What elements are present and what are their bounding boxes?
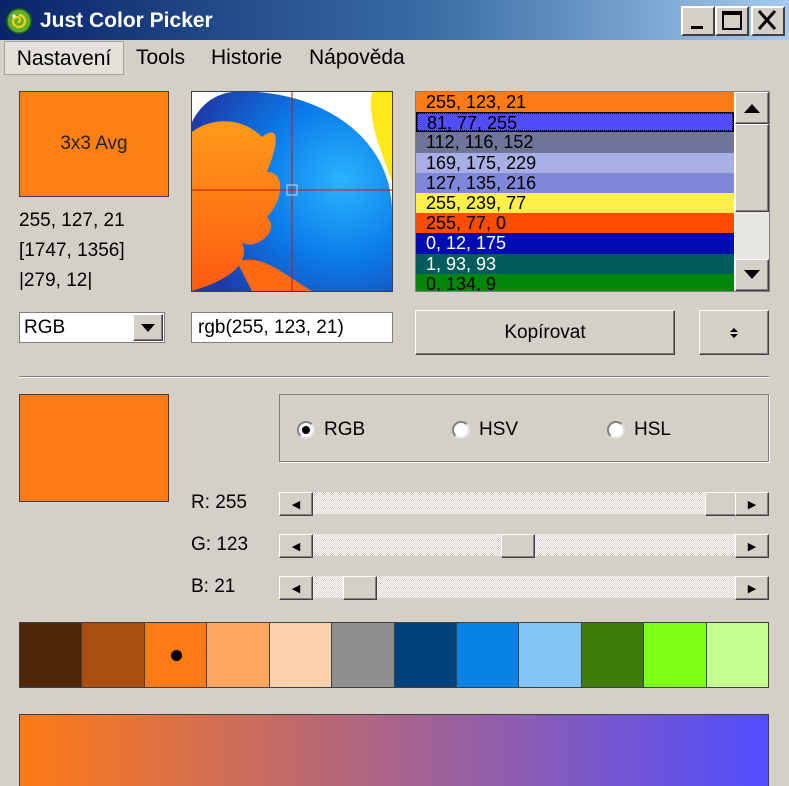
palette-swatch[interactable] [706, 623, 769, 687]
palette-swatch[interactable] [207, 623, 270, 687]
scroll-up-button[interactable] [735, 92, 769, 124]
sample-rgb-value: 255, 127, 21 [19, 210, 125, 231]
format-options-button[interactable] [699, 310, 769, 355]
blue-label: B: 21 [191, 576, 236, 597]
color-code-field[interactable]: rgb(255, 123, 21) [191, 312, 393, 343]
minimize-button[interactable] [681, 6, 715, 36]
arrow-right-icon: ▶ [747, 540, 757, 553]
history-item[interactable]: 0, 134, 9 [416, 273, 734, 291]
scroll-down-button[interactable] [735, 259, 769, 291]
history-item[interactable]: 255, 123, 21 [416, 92, 734, 113]
palette-swatch[interactable] [144, 623, 208, 687]
blue-decrease-button[interactable]: ◀ [279, 576, 313, 600]
palette-swatch[interactable] [394, 623, 457, 687]
palette-swatch[interactable] [332, 623, 395, 687]
red-increase-button[interactable]: ▶ [735, 492, 769, 516]
minimize-icon [691, 26, 703, 29]
palette-swatch[interactable] [644, 623, 707, 687]
red-label: R: 255 [191, 492, 247, 513]
scroll-thumb[interactable] [735, 124, 769, 212]
menu-historie[interactable]: Historie [211, 41, 282, 75]
green-decrease-button[interactable]: ◀ [279, 534, 313, 558]
radio-hsv[interactable]: HSV [452, 419, 518, 441]
history-item[interactable]: 127, 135, 216 [416, 172, 734, 193]
menu-tools[interactable]: Tools [136, 41, 185, 75]
maximize-icon [722, 11, 742, 30]
selected-marker-icon [170, 650, 182, 661]
up-down-icon [730, 327, 738, 338]
format-dropdown[interactable]: RGB [19, 312, 165, 343]
menu-napoveda[interactable]: Nápověda [309, 41, 405, 75]
dropdown-button[interactable] [133, 314, 163, 341]
zoom-magnifier[interactable] [191, 91, 393, 292]
arrow-up-icon [744, 104, 760, 113]
palette-swatch[interactable] [20, 623, 83, 687]
arrow-left-icon: ◀ [291, 498, 301, 511]
radio-circle-hsl [607, 421, 625, 439]
close-button[interactable] [751, 6, 785, 36]
close-icon [757, 10, 777, 30]
history-item[interactable]: 169, 175, 229 [416, 152, 734, 173]
radio-label-rgb: RGB [324, 419, 366, 440]
palette-swatch[interactable] [82, 623, 145, 687]
history-item[interactable]: 1, 93, 93 [416, 253, 734, 274]
separator [19, 376, 769, 378]
color-history-list[interactable]: 255, 123, 21 81, 77, 255 112, 116, 152 169,… [415, 91, 770, 292]
chevron-down-icon [141, 323, 155, 332]
arrow-right-icon: ▶ [747, 582, 757, 595]
palette-swatch[interactable] [581, 623, 645, 687]
palette-swatch[interactable] [519, 623, 582, 687]
zoom-image [192, 92, 392, 291]
title-bar: Just Color Picker [0, 0, 789, 40]
arrow-left-icon: ◀ [291, 582, 301, 595]
red-slider[interactable]: ◀ ▶ [279, 492, 769, 516]
arrow-left-icon: ◀ [291, 540, 301, 553]
blue-increase-button[interactable]: ▶ [735, 576, 769, 600]
red-slider-thumb[interactable] [705, 492, 739, 516]
green-slider-thumb[interactable] [501, 534, 536, 558]
sample-mode-label: 3x3 Avg [60, 133, 128, 154]
radio-circle-rgb [297, 421, 315, 439]
format-selected: RGB [24, 317, 66, 338]
current-color-swatch [19, 394, 169, 502]
menu-nastaveni[interactable]: Nastavení [4, 41, 124, 75]
blue-slider-thumb[interactable] [343, 576, 378, 600]
red-decrease-button[interactable]: ◀ [279, 492, 313, 516]
maximize-button[interactable] [715, 6, 749, 36]
screen-position: [1747, 1356] [19, 240, 125, 261]
radio-label-hsl: HSL [634, 419, 671, 440]
window-title: Just Color Picker [40, 9, 213, 32]
history-item[interactable]: 255, 77, 0 [416, 213, 734, 234]
blue-slider[interactable]: ◀ ▶ [279, 576, 769, 600]
history-item[interactable]: 112, 116, 152 [416, 132, 734, 153]
green-increase-button[interactable]: ▶ [735, 534, 769, 558]
history-item[interactable]: 81, 77, 255 [416, 112, 734, 133]
color-palette [19, 622, 769, 688]
color-gradient-bar[interactable] [19, 714, 769, 786]
copy-button[interactable]: Kopírovat [415, 310, 675, 355]
green-slider[interactable]: ◀ ▶ [279, 534, 769, 558]
color-mode-group: RGB HSV HSL [279, 394, 769, 462]
history-item[interactable]: 0, 12, 175 [416, 233, 734, 254]
history-item[interactable]: 255, 239, 77 [416, 193, 734, 214]
radio-rgb[interactable]: RGB [297, 419, 365, 441]
palette-swatch[interactable] [269, 623, 333, 687]
relative-position: |279, 12| [19, 270, 93, 291]
radio-circle-hsv [452, 421, 470, 439]
palette-swatch[interactable] [456, 623, 520, 687]
arrow-right-icon: ▶ [747, 498, 757, 511]
history-scrollbar[interactable] [735, 92, 769, 291]
radio-label-hsv: HSV [479, 419, 519, 440]
radio-hsl[interactable]: HSL [607, 419, 671, 441]
green-label: G: 123 [191, 534, 249, 555]
arrow-down-icon [744, 270, 760, 279]
average-color-swatch: 3x3 Avg [19, 91, 169, 197]
chameleon-app-icon [6, 8, 32, 34]
